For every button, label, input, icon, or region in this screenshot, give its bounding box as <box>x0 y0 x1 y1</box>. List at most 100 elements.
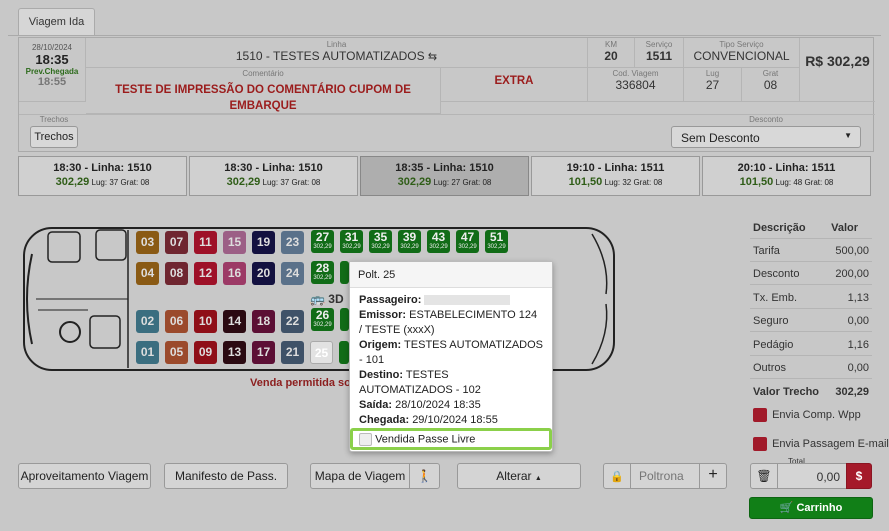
seat-number: 47 <box>460 230 475 244</box>
trip-price: R$ 302,29 <box>805 53 870 69</box>
emissor-label: Emissor: <box>359 309 407 321</box>
lock-button[interactable]: 🔒 <box>603 463 631 489</box>
poltrona-input[interactable] <box>630 463 700 489</box>
seat-18[interactable]: 18 <box>252 310 275 333</box>
seat-07[interactable]: 07 <box>165 231 188 254</box>
aproveitamento-button[interactable]: Aproveitamento Viagem <box>18 463 151 489</box>
fare-row-seguro: Seguro 0,00 <box>750 309 872 332</box>
seat-13[interactable]: 13 <box>223 341 246 364</box>
seat-15[interactable]: 15 <box>223 231 246 254</box>
seat-14[interactable]: 14 <box>223 310 246 333</box>
seat-30[interactable] <box>340 308 349 331</box>
emissor-line: Emissor: ESTABELECIMENTO 124 / TESTE (xx… <box>359 308 543 338</box>
seat-17[interactable]: 17 <box>252 341 275 364</box>
seat-price: 302,29 <box>429 244 448 250</box>
seat-green-partial[interactable] <box>339 341 349 364</box>
trip-option-title: 18:35 - Linha: 1510 <box>395 162 494 174</box>
seat-03[interactable]: 03 <box>136 231 159 254</box>
linha-cell: Linha 1510 - TESTES AUTOMATIZADOS ⇆ <box>86 38 588 68</box>
seat-39[interactable]: 39 302,29 <box>398 230 421 253</box>
wpp-checkbox[interactable] <box>753 408 767 422</box>
seat-43[interactable]: 43 302,29 <box>427 230 450 253</box>
km-value: 20 <box>604 49 618 63</box>
trip-option[interactable]: 18:30 - Linha: 1510 302,29 Lug: 37 Grat:… <box>18 156 187 196</box>
seat-28[interactable]: 28 302,29 <box>311 261 334 284</box>
seat-02[interactable]: 02 <box>136 310 159 333</box>
deck-label: 3D <box>328 292 344 306</box>
passenger-walk-button[interactable]: 🚶 <box>409 463 440 489</box>
seat-24[interactable]: 24 <box>281 262 304 285</box>
tab-viagem-ida[interactable]: Viagem Ida <box>18 8 95 36</box>
total-field: 0,00 <box>777 463 847 489</box>
seat-09[interactable]: 09 <box>194 341 217 364</box>
passe-livre-label: Vendida Passe Livre <box>375 433 476 446</box>
mapa-viagem-button[interactable]: Mapa de Viagem <box>310 463 410 489</box>
seat-06[interactable]: 06 <box>165 310 188 333</box>
fare-row-value: 0,00 <box>847 362 869 374</box>
fare-row-label: Tx. Emb. <box>753 292 798 304</box>
servico-cell: Serviço 1511 <box>635 38 684 68</box>
fare-header-valor: Valor <box>831 222 858 234</box>
seat-number: 43 <box>431 230 446 244</box>
seat-04[interactable]: 04 <box>136 262 159 285</box>
clear-button[interactable]: 🗑 <box>750 463 778 489</box>
trip-option-selected[interactable]: 18:35 - Linha: 1510 302,29 Lug: 27 Grat:… <box>360 156 529 196</box>
servico-value: 1511 <box>645 49 673 63</box>
fare-row-outros: Outros 0,00 <box>750 356 872 379</box>
alterar-label: Alterar <box>496 469 532 483</box>
trip-date: 28/10/2024 <box>31 43 73 52</box>
carrinho-button[interactable]: 🛒 Carrinho <box>749 497 873 519</box>
seat-47[interactable]: 47 302,29 <box>456 230 479 253</box>
linha-text: 1510 - TESTES AUTOMATIZADOS <box>235 49 425 63</box>
trechos-button[interactable]: Trechos <box>30 126 78 148</box>
seat-number: 28 <box>315 261 330 275</box>
trip-option[interactable]: 19:10 - Linha: 1511 101,50 Lug: 32 Grat:… <box>531 156 700 196</box>
seat-27[interactable]: 27 302,29 <box>311 230 334 253</box>
passe-livre-checkbox[interactable] <box>359 433 372 446</box>
cod-viagem-label: Cod. Viagem <box>612 69 659 78</box>
seat-01[interactable]: 01 <box>136 341 159 364</box>
seat-31[interactable]: 31 302,29 <box>340 230 363 253</box>
seat-10[interactable]: 10 <box>194 310 217 333</box>
seat-11[interactable]: 11 <box>194 231 217 254</box>
fare-row-pedagio: Pedágio 1,16 <box>750 333 872 356</box>
prev-chegada-label: Prev.Chegada <box>25 67 79 76</box>
seat-number: 51 <box>489 230 504 244</box>
passageiro-label: Passageiro: <box>359 294 422 306</box>
trip-option-details: 302,29 Lug: 27 Grat: 08 <box>361 176 528 188</box>
seat-16[interactable]: 16 <box>223 262 246 285</box>
seat-08[interactable]: 08 <box>165 262 188 285</box>
passe-livre-option[interactable]: Vendida Passe Livre <box>350 428 552 450</box>
seat-22[interactable]: 22 <box>281 310 304 333</box>
chevron-down-icon: ▼ <box>844 131 852 140</box>
seat-26[interactable]: 26 302,29 <box>311 308 334 331</box>
trip-option[interactable]: 20:10 - Linha: 1511 101,50 Lug: 48 Grat:… <box>702 156 871 196</box>
desconto-value: Sem Desconto <box>681 131 760 145</box>
add-poltrona-button[interactable]: + <box>699 463 727 489</box>
seat-21[interactable]: 21 <box>281 341 304 364</box>
seat-51[interactable]: 51 302,29 <box>485 230 508 253</box>
seat-05[interactable]: 05 <box>165 341 188 364</box>
seat-35[interactable]: 35 302,29 <box>369 230 392 253</box>
alterar-button[interactable]: Alterar ▲ <box>457 463 581 489</box>
comentario-cell: Comentário TESTE DE IMPRESSÃO DO COMENTÁ… <box>86 68 441 114</box>
swap-icon[interactable]: ⇆ <box>428 51 437 63</box>
seat-25-selected[interactable]: 25 <box>310 341 333 364</box>
dollar-button[interactable]: $ <box>846 463 872 489</box>
trip-option[interactable]: 18:30 - Linha: 1510 302,29 Lug: 37 Grat:… <box>189 156 358 196</box>
wpp-option[interactable]: Envia Comp. Wpp <box>753 408 861 422</box>
fare-row-label: Outros <box>753 362 787 374</box>
seat-20[interactable]: 20 <box>252 262 275 285</box>
email-checkbox[interactable] <box>753 437 767 451</box>
fare-row-tx-emb: Tx. Emb. 1,13 <box>750 286 872 309</box>
email-option[interactable]: Envia Passagem E-mail <box>753 437 889 451</box>
manifesto-button[interactable]: Manifesto de Pass. <box>164 463 288 489</box>
trip-option-price: 101,50 <box>568 176 603 188</box>
desconto-select[interactable]: Sem Desconto ▼ <box>671 126 861 148</box>
seat-12[interactable]: 12 <box>194 262 217 285</box>
seat-23[interactable]: 23 <box>281 231 304 254</box>
trash-icon: 🗑 <box>756 469 772 483</box>
seat-19[interactable]: 19 <box>252 231 275 254</box>
seat-32[interactable] <box>340 261 349 284</box>
trip-option-title: 20:10 - Linha: 1511 <box>737 162 836 174</box>
